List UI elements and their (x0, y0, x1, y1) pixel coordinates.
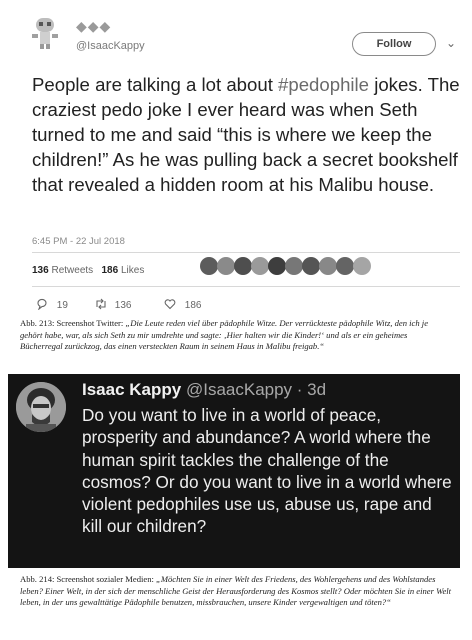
retweet-count: 136 (114, 300, 132, 311)
user-handle[interactable]: @IsaacKappy (76, 40, 145, 52)
retweets-label[interactable]: Retweets (51, 265, 93, 276)
liker-avatar[interactable] (268, 257, 286, 275)
avatar[interactable] (28, 16, 62, 50)
likes-label[interactable]: Likes (121, 265, 144, 276)
liker-avatar[interactable] (302, 257, 320, 275)
reply-action[interactable]: 19 (36, 298, 68, 311)
liker-avatar[interactable] (251, 257, 269, 275)
divider (32, 286, 460, 287)
liker-avatar[interactable] (200, 257, 218, 275)
tweet-text-start: People are talking a lot about (32, 74, 279, 95)
retweet-icon (96, 298, 106, 310)
divider (32, 252, 460, 253)
display-name[interactable]: Isaac Kappy (82, 380, 181, 399)
liker-avatar[interactable] (217, 257, 235, 275)
like-count: 186 (184, 300, 202, 311)
liker-avatar[interactable] (336, 257, 354, 275)
heart-icon (164, 299, 176, 310)
tweet-timestamp[interactable]: 6:45 PM - 22 Jul 2018 (32, 236, 125, 247)
tweet-card-1: ◆◆◆ @IsaacKappy Follow ⌄ People are talk… (14, 6, 460, 312)
reply-icon (37, 298, 47, 311)
tweet-actions: 19 136 186 (36, 298, 236, 312)
like-action[interactable]: 186 (164, 298, 201, 311)
retweets-count[interactable]: 136 (32, 265, 49, 276)
chevron-down-icon[interactable]: ⌄ (446, 36, 456, 50)
likes-count[interactable]: 186 (102, 265, 119, 276)
caption-prefix: Abb. 214: Screenshot sozialer Medien: (20, 574, 157, 584)
diamond-icons: ◆◆◆ (76, 18, 112, 34)
liker-avatar[interactable] (234, 257, 252, 275)
figure-caption-213: Abb. 213: Screenshot Twitter: „Die Leute… (20, 318, 452, 353)
liker-avatar[interactable] (319, 257, 337, 275)
caption-prefix: Abb. 213: Screenshot Twitter: (20, 318, 126, 328)
tweet-text: People are talking a lot about #pedophil… (32, 72, 462, 197)
follow-button[interactable]: Follow (352, 32, 436, 56)
avatar[interactable] (16, 382, 66, 432)
liker-avatar[interactable] (353, 257, 371, 275)
liker-avatar[interactable] (285, 257, 303, 275)
figure-caption-214: Abb. 214: Screenshot sozialer Medien: „M… (20, 574, 452, 609)
retweet-action[interactable]: 136 (94, 298, 131, 311)
tweet-header: Isaac Kappy @IsaacKappy · 3d (82, 380, 326, 400)
hashtag-link[interactable]: #pedophile (278, 74, 369, 95)
tweet-text: Do you want to live in a world of peace,… (82, 405, 452, 537)
tweet-card-2: Isaac Kappy @IsaacKappy · 3d Do you want… (8, 374, 460, 568)
handle-time[interactable]: @IsaacKappy · 3d (186, 380, 326, 399)
reply-count: 19 (56, 300, 68, 311)
engagement-stats: 136 Retweets 186 Likes (32, 265, 144, 276)
